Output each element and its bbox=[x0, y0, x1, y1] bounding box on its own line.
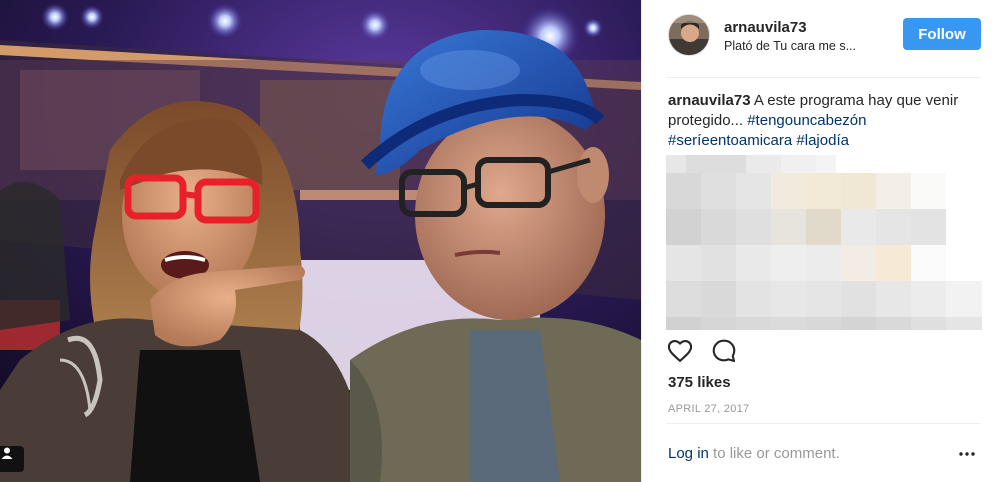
comment-icon[interactable] bbox=[710, 337, 740, 367]
header-divider bbox=[666, 77, 980, 78]
caption-username[interactable]: arnauvila73 bbox=[668, 92, 751, 109]
more-options-icon[interactable] bbox=[958, 445, 976, 463]
blurred-comments bbox=[666, 155, 982, 330]
hashtag-link[interactable]: #lajodía bbox=[796, 132, 849, 149]
follow-button[interactable]: Follow bbox=[903, 18, 981, 50]
post-date: APRIL 27, 2017 bbox=[668, 403, 750, 415]
hashtag-link[interactable]: #tengouncabezón bbox=[747, 112, 866, 129]
post-username[interactable]: arnauvila73 bbox=[724, 19, 807, 36]
post-caption: arnauvila73 A este programa hay que veni… bbox=[668, 91, 968, 151]
user-tag-icon[interactable] bbox=[0, 446, 24, 472]
post-actions bbox=[666, 337, 746, 367]
login-prompt-text: to like or comment. bbox=[708, 445, 840, 462]
likes-count[interactable]: 375 likes bbox=[668, 374, 731, 391]
post-header: arnauvila73 Plató de Tu cara me s... Fol… bbox=[666, 12, 981, 58]
photo-scene bbox=[0, 0, 641, 482]
heart-icon[interactable] bbox=[666, 337, 696, 367]
hashtag-link[interactable]: #seríeentoamicara bbox=[668, 132, 792, 149]
login-prompt: Log in to like or comment. bbox=[668, 445, 840, 462]
post-location[interactable]: Plató de Tu cara me s... bbox=[724, 39, 884, 53]
avatar[interactable] bbox=[668, 14, 710, 56]
login-link[interactable]: Log in bbox=[668, 445, 709, 462]
footer-divider bbox=[666, 423, 980, 424]
post-photo[interactable] bbox=[0, 0, 641, 482]
post-side-panel: arnauvila73 Plató de Tu cara me s... Fol… bbox=[641, 0, 1000, 482]
